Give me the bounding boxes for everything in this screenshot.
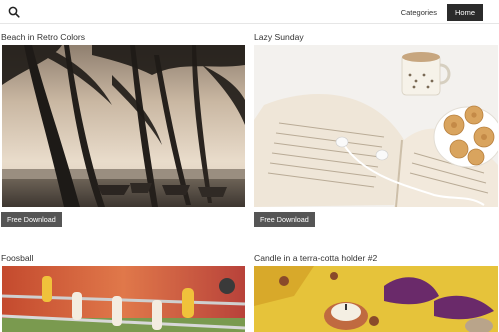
photo-thumbnail[interactable] — [254, 45, 498, 207]
search-icon[interactable] — [6, 4, 22, 20]
nav-categories[interactable]: Categories — [397, 3, 441, 22]
photo-thumbnail[interactable] — [2, 266, 245, 332]
photo-title[interactable]: Foosball — [1, 252, 33, 264]
photo-card: Beach in Retro Colors Free Download — [1, 31, 245, 227]
top-bar: Categories Home — [0, 0, 499, 24]
photo-card: Lazy Sunday Free Download — [254, 31, 498, 227]
main-nav: Categories Home — [397, 3, 483, 22]
nav-home[interactable]: Home — [446, 4, 483, 21]
photo-card: Foosball — [1, 252, 245, 332]
free-download-button[interactable]: Free Download — [254, 212, 315, 227]
photo-thumbnail[interactable] — [2, 45, 245, 207]
photo-title[interactable]: Candle in a terra-cotta holder #2 — [254, 252, 377, 264]
photo-card: Candle in a terra-cotta holder #2 — [254, 252, 498, 332]
free-download-button[interactable]: Free Download — [1, 212, 62, 227]
photo-thumbnail[interactable] — [254, 266, 498, 332]
photo-title[interactable]: Lazy Sunday — [254, 31, 304, 43]
photo-title[interactable]: Beach in Retro Colors — [1, 31, 85, 43]
